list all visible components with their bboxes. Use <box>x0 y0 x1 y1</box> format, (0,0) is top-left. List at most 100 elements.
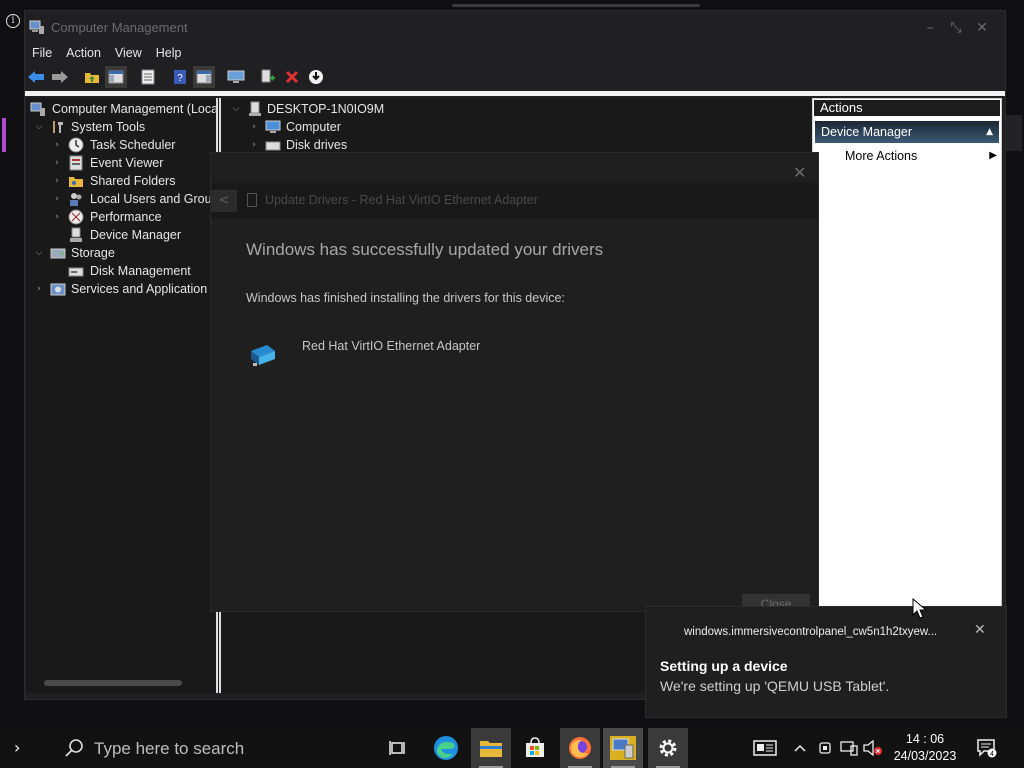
collapse-up-icon[interactable]: ▲ <box>986 121 993 143</box>
search-box[interactable]: Type here to search <box>50 728 370 768</box>
device-manager-icon <box>70 227 82 242</box>
chevron-right-icon[interactable]: › <box>52 136 62 154</box>
menu-help[interactable]: Help <box>149 43 189 63</box>
volume-tray-button[interactable] <box>862 728 884 768</box>
toast-app-name: windows.immersivecontrolpanel_cw5n1h2txy… <box>684 626 938 638</box>
task-view-icon <box>389 741 405 755</box>
device-category-label: Computer <box>286 120 341 134</box>
chevron-down-icon[interactable]: ⌵ <box>34 244 44 262</box>
news-icon <box>753 740 777 756</box>
tree-horizontal-scrollbar[interactable] <box>44 680 182 686</box>
show-action-pane-button[interactable] <box>193 66 215 88</box>
maximize-button[interactable]: ⤡ <box>943 17 969 39</box>
show-hidden-icons-button[interactable] <box>790 728 810 768</box>
tree-item-label: Event Viewer <box>90 156 164 170</box>
chevron-up-icon <box>794 744 806 752</box>
uninstall-device-button[interactable] <box>281 66 303 88</box>
shared-folder-icon <box>69 177 83 187</box>
clock-icon <box>68 137 84 153</box>
search-icon <box>65 739 83 757</box>
tree-item-label: Device Manager <box>90 226 182 244</box>
file-explorer-taskbar-button[interactable] <box>471 728 511 768</box>
properties-button[interactable] <box>137 66 159 88</box>
toolbar: ? <box>25 66 329 88</box>
red-x-icon <box>285 70 299 84</box>
tree-root-label: Computer Management (Local <box>52 102 218 116</box>
properties-icon <box>141 69 155 85</box>
scan-hardware-button[interactable] <box>225 66 247 88</box>
folder-icon <box>480 741 502 757</box>
actions-section-device-manager[interactable]: Device Manager ▲ <box>815 121 999 143</box>
help-button[interactable]: ? <box>169 66 191 88</box>
notification-center-button[interactable]: 4 <box>972 728 1002 768</box>
edge-icon <box>434 736 458 760</box>
chevron-right-icon[interactable]: › <box>34 280 44 298</box>
chevron-down-icon[interactable]: ⌵ <box>231 100 241 118</box>
computer-management-taskbar-button[interactable] <box>603 728 643 768</box>
network-icon <box>840 741 858 756</box>
firefox-taskbar-button[interactable] <box>560 728 600 768</box>
actions-section-label: Device Manager <box>821 125 913 139</box>
gear-icon <box>659 739 677 757</box>
help-icon: ? <box>174 70 186 84</box>
chevron-right-icon[interactable]: › <box>52 154 62 172</box>
store-icon <box>526 737 544 757</box>
notification-toast[interactable]: windows.immersivecontrolpanel_cw5n1h2txy… <box>645 606 1007 718</box>
up-folder-button[interactable] <box>81 66 103 88</box>
console-tree-pane: Computer Management (Local ⌵ System Tool… <box>26 98 218 693</box>
edge-taskbar-button[interactable] <box>426 728 466 768</box>
minimize-button[interactable]: – <box>917 17 943 39</box>
show-console-tree-button[interactable] <box>105 66 127 88</box>
usb-device-icon <box>819 742 831 754</box>
store-taskbar-button[interactable] <box>515 728 555 768</box>
menu-view[interactable]: View <box>108 43 149 63</box>
tree-item-label: Services and Application <box>71 282 208 296</box>
chevron-right-icon[interactable]: › <box>52 208 62 226</box>
more-actions-item[interactable]: More Actions ▶ <box>845 146 997 166</box>
tree-item-label: Shared Folders <box>90 174 176 188</box>
toast-body: We're setting up 'QEMU USB Tablet'. <box>660 678 890 694</box>
settings-taskbar-button[interactable] <box>648 728 688 768</box>
chevron-right-icon[interactable]: › <box>249 118 259 136</box>
taskbar: › Type here to search 14: 06 24/03/2023… <box>0 728 1024 768</box>
update-driver-button[interactable] <box>305 66 327 88</box>
users-icon <box>70 193 82 206</box>
chevron-right-icon[interactable]: › <box>52 190 62 208</box>
update-drivers-dialog: ✕ < Update Drivers - Red Hat VirtIO Ethe… <box>210 152 819 614</box>
toast-title: Setting up a device <box>660 658 788 674</box>
back-button[interactable] <box>25 66 47 88</box>
menu-file[interactable]: File <box>25 43 59 63</box>
close-window-button[interactable]: ✕ <box>969 17 995 39</box>
forward-button[interactable] <box>49 66 71 88</box>
submenu-arrow-icon: ▶ <box>989 150 997 161</box>
computer-management-icon <box>29 20 44 34</box>
more-actions-label: More Actions <box>845 149 918 163</box>
add-driver-button[interactable] <box>257 66 279 88</box>
title-bar[interactable]: Computer Management – ⤡ ✕ <box>25 11 1005 43</box>
network-tray-button[interactable] <box>838 728 860 768</box>
computer-tower-icon <box>249 101 261 116</box>
chevron-right-icon[interactable]: › <box>52 172 62 190</box>
news-widget-button[interactable] <box>748 728 782 768</box>
device-name: Red Hat VirtIO Ethernet Adapter <box>302 339 481 353</box>
window-title: Computer Management <box>51 20 188 35</box>
dialog-close-icon[interactable]: ✕ <box>793 163 806 182</box>
clock[interactable]: 14 : 06 24/03/2023 <box>886 731 964 765</box>
device-root-label: DESKTOP-1N0IO9M <box>267 102 385 116</box>
toolbar-divider <box>25 91 1005 96</box>
device-icon <box>247 193 257 207</box>
dialog-back-button[interactable]: < <box>211 190 237 212</box>
task-view-button[interactable] <box>378 728 418 768</box>
notification-count: 4 <box>990 751 994 758</box>
menu-action[interactable]: Action <box>59 43 108 63</box>
tree-item-label: Storage <box>71 246 115 260</box>
storage-icon <box>50 248 66 259</box>
actions-pane: Actions Device Manager ▲ More Actions ▶ <box>812 98 1002 618</box>
info-icon: i <box>6 14 20 28</box>
device-tray-button[interactable] <box>814 728 836 768</box>
tree-item-label: System Tools <box>71 120 146 134</box>
tree-item-label: Performance <box>90 210 162 224</box>
start-chevron-icon[interactable]: › <box>14 738 32 758</box>
chevron-down-icon[interactable]: ⌵ <box>34 118 44 136</box>
toast-close-icon[interactable]: ✕ <box>974 622 986 638</box>
